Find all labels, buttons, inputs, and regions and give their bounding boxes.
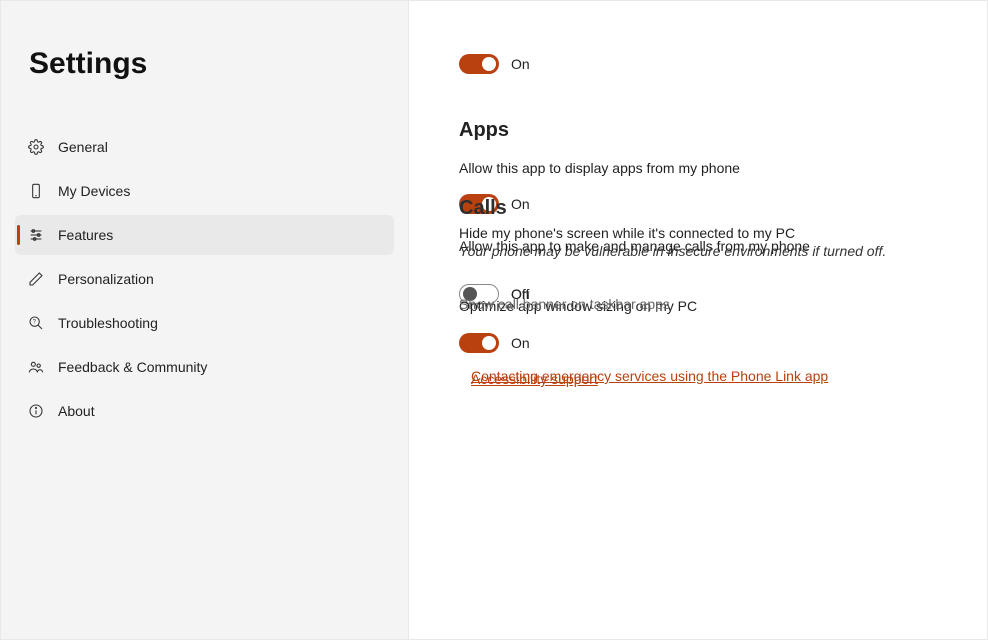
sidebar-item-personalization[interactable]: Personalization <box>15 259 394 299</box>
top-toggle-label: On <box>511 56 530 72</box>
sidebar-item-label: About <box>58 403 95 419</box>
optimize-toggle-label: On <box>511 335 530 351</box>
sidebar-item-label: My Devices <box>58 183 130 199</box>
people-icon <box>27 358 45 376</box>
calls-heading: Calls <box>459 197 507 220</box>
sidebar-item-label: Troubleshooting <box>58 315 158 331</box>
content-area: On Apps Allow this app to display apps f… <box>409 1 987 639</box>
sidebar-item-features[interactable]: Features <box>15 215 394 255</box>
sliders-icon <box>27 226 45 244</box>
sidebar-item-troubleshooting[interactable]: ? Troubleshooting <box>15 303 394 343</box>
page-title: Settings <box>29 47 408 81</box>
accessibility-link[interactable]: Accessibility support <box>471 371 598 387</box>
overlap-region-2: Optimize app window sizing on my PC Show… <box>459 296 947 392</box>
help-icon: ? <box>27 314 45 332</box>
sidebar-item-feedback[interactable]: Feedback & Community <box>15 347 394 387</box>
nav-list: General My Devices Features Personalizat… <box>1 127 408 431</box>
phone-icon <box>27 182 45 200</box>
sidebar-item-label: Features <box>58 227 113 243</box>
sidebar-item-label: Personalization <box>58 271 154 287</box>
sidebar-item-general[interactable]: General <box>15 127 394 167</box>
gear-icon <box>27 138 45 156</box>
top-toggle-row: On <box>459 53 947 75</box>
sidebar-item-label: General <box>58 139 108 155</box>
allow-display-label: Allow this app to display apps from my p… <box>459 158 947 178</box>
sidebar-item-my-devices[interactable]: My Devices <box>15 171 394 211</box>
info-icon <box>27 402 45 420</box>
sidebar-item-about[interactable]: About <box>15 391 394 431</box>
hide-screen-sub: Your phone may be vulnerable in insecure… <box>459 242 886 260</box>
pen-icon <box>27 270 45 288</box>
allow-display-toggle-label: On <box>511 196 530 212</box>
show-badge-label: Show call banner on taskbar apps <box>459 296 670 312</box>
sidebar-item-label: Feedback & Community <box>58 359 207 375</box>
optimize-toggle[interactable] <box>459 333 499 353</box>
svg-text:?: ? <box>33 320 37 326</box>
overlap-region-1: On Calls Hide my phone's screen while it… <box>459 191 947 305</box>
top-toggle[interactable] <box>459 54 499 74</box>
settings-sidebar: Settings General My Devices Features Per… <box>1 1 409 639</box>
apps-section: Apps Allow this app to display apps from… <box>459 119 947 178</box>
apps-heading: Apps <box>459 119 947 142</box>
